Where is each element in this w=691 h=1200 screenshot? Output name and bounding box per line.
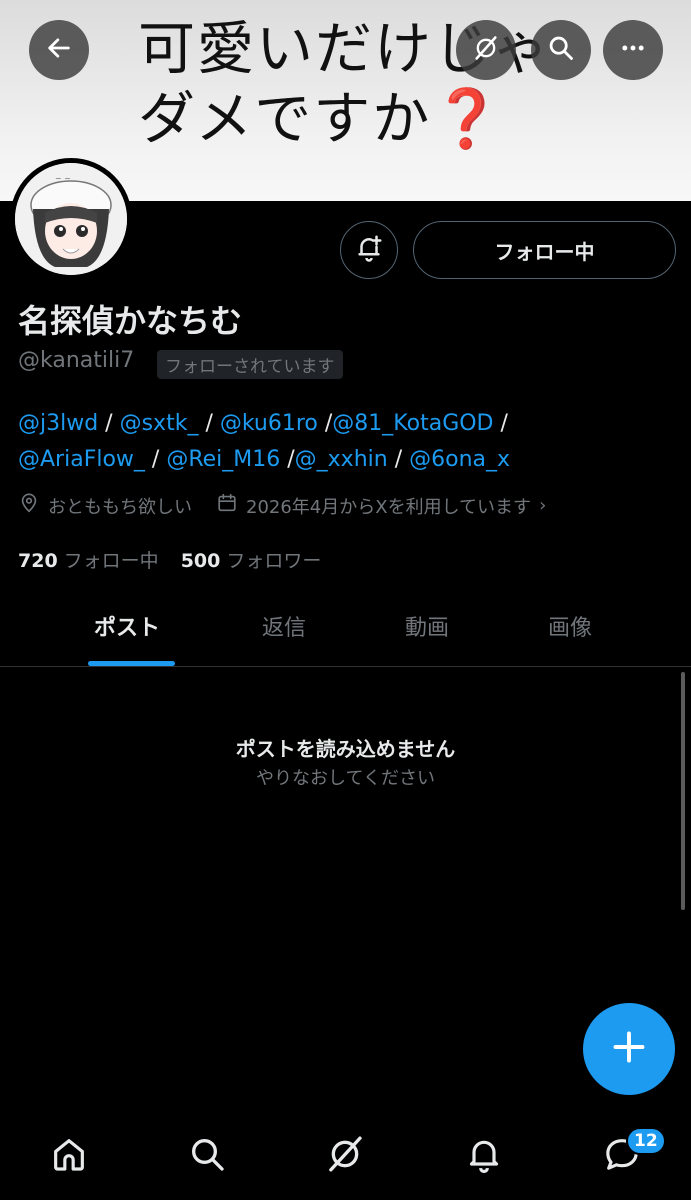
location: おとももち欲しい <box>18 492 192 519</box>
follows-you-badge: フォローされています <box>157 350 343 379</box>
nav-notifications[interactable] <box>460 1132 508 1180</box>
joined-text: 2026年4月からXを利用しています <box>246 496 532 518</box>
plus-icon <box>611 1029 647 1069</box>
search-icon <box>187 1134 227 1178</box>
avatar-image: ~ ~ <box>15 163 127 275</box>
home-icon <box>49 1134 89 1178</box>
profile-tabs: ポスト 返信 動画 画像 <box>0 600 691 667</box>
following-label: フォロー中 <box>63 550 159 572</box>
grok-button[interactable] <box>456 20 516 80</box>
svg-text:~ ~: ~ ~ <box>55 174 71 183</box>
tab-posts[interactable]: ポスト <box>94 610 160 642</box>
user-handle: @kanatili7 <box>18 348 135 373</box>
empty-state-subtitle[interactable]: やりなおしてください <box>0 764 691 790</box>
bio-mention[interactable]: @AriaFlow_ <box>18 447 145 472</box>
bio-line-1: @j3lwd / @sxtk_ / @ku61ro /@81_KotaGOD / <box>18 411 508 436</box>
bell-icon <box>464 1134 504 1178</box>
empty-state-title: ポストを読み込めません <box>235 737 456 761</box>
tab-videos[interactable]: 動画 <box>405 610 449 642</box>
compose-post-button[interactable] <box>583 1003 675 1095</box>
chevron-right-icon: › <box>539 495 547 516</box>
bio-mention[interactable]: @Rei_M16 <box>166 447 280 472</box>
search-button[interactable] <box>531 20 591 80</box>
location-pin-icon <box>18 492 48 519</box>
following-count: 720 <box>18 550 58 572</box>
search-icon <box>547 34 575 66</box>
bell-plus-icon <box>354 233 384 267</box>
bottom-navigation <box>0 1112 691 1200</box>
nav-search[interactable] <box>183 1132 231 1180</box>
profile-meta: おとももち欲しい 2026年4月からXを利用しています › <box>18 492 570 519</box>
banner-line-2-text: ダメですか <box>138 86 432 152</box>
bio-mention[interactable]: @_xxhin <box>295 447 388 472</box>
banner-question-mark: ❓ <box>431 86 505 152</box>
following-button[interactable]: フォロー中 <box>413 221 676 279</box>
scrollbar[interactable] <box>681 672 685 910</box>
nav-home[interactable] <box>45 1132 93 1180</box>
back-arrow-icon <box>45 34 73 66</box>
follow-stats: 720 フォロー中 500 フォロワー <box>18 546 321 573</box>
banner-line-2: ダメですか❓ <box>138 84 658 154</box>
profile-bio: @j3lwd / @sxtk_ / @ku61ro /@81_KotaGOD /… <box>18 406 678 478</box>
tab-replies[interactable]: 返信 <box>262 610 306 642</box>
followers-stat[interactable]: 500 フォロワー <box>181 546 322 573</box>
bio-mention[interactable]: @sxtk_ <box>120 411 199 436</box>
messages-badge: 12 <box>626 1127 666 1155</box>
bio-mention[interactable]: @j3lwd <box>18 411 98 436</box>
grok-icon <box>472 34 500 66</box>
nav-grok[interactable] <box>321 1132 369 1180</box>
bio-line-2: @AriaFlow_ / @Rei_M16 /@_xxhin / @6ona_x <box>18 447 511 472</box>
followers-label: フォロワー <box>226 550 322 572</box>
joined-date[interactable]: 2026年4月からXを利用しています › <box>216 492 546 519</box>
tab-images[interactable]: 画像 <box>548 610 592 642</box>
back-button[interactable] <box>29 20 89 80</box>
grok-icon <box>325 1134 365 1178</box>
notifications-subscribe-button[interactable] <box>340 221 398 279</box>
calendar-icon <box>216 492 246 519</box>
more-button[interactable] <box>603 20 663 80</box>
bio-mention[interactable]: @6ona_x <box>409 447 510 472</box>
active-tab-indicator <box>88 661 175 666</box>
location-text: おとももち欲しい <box>48 496 192 518</box>
profile-avatar[interactable]: ~ ~ <box>10 158 132 280</box>
display-name: 名探偵かなちむ <box>18 302 243 340</box>
following-stat[interactable]: 720 フォロー中 <box>18 546 159 573</box>
more-horizontal-icon <box>619 34 647 66</box>
bio-mention[interactable]: @ku61ro <box>220 411 318 436</box>
bio-mention[interactable]: @81_KotaGOD <box>332 411 493 436</box>
followers-count: 500 <box>180 550 221 572</box>
